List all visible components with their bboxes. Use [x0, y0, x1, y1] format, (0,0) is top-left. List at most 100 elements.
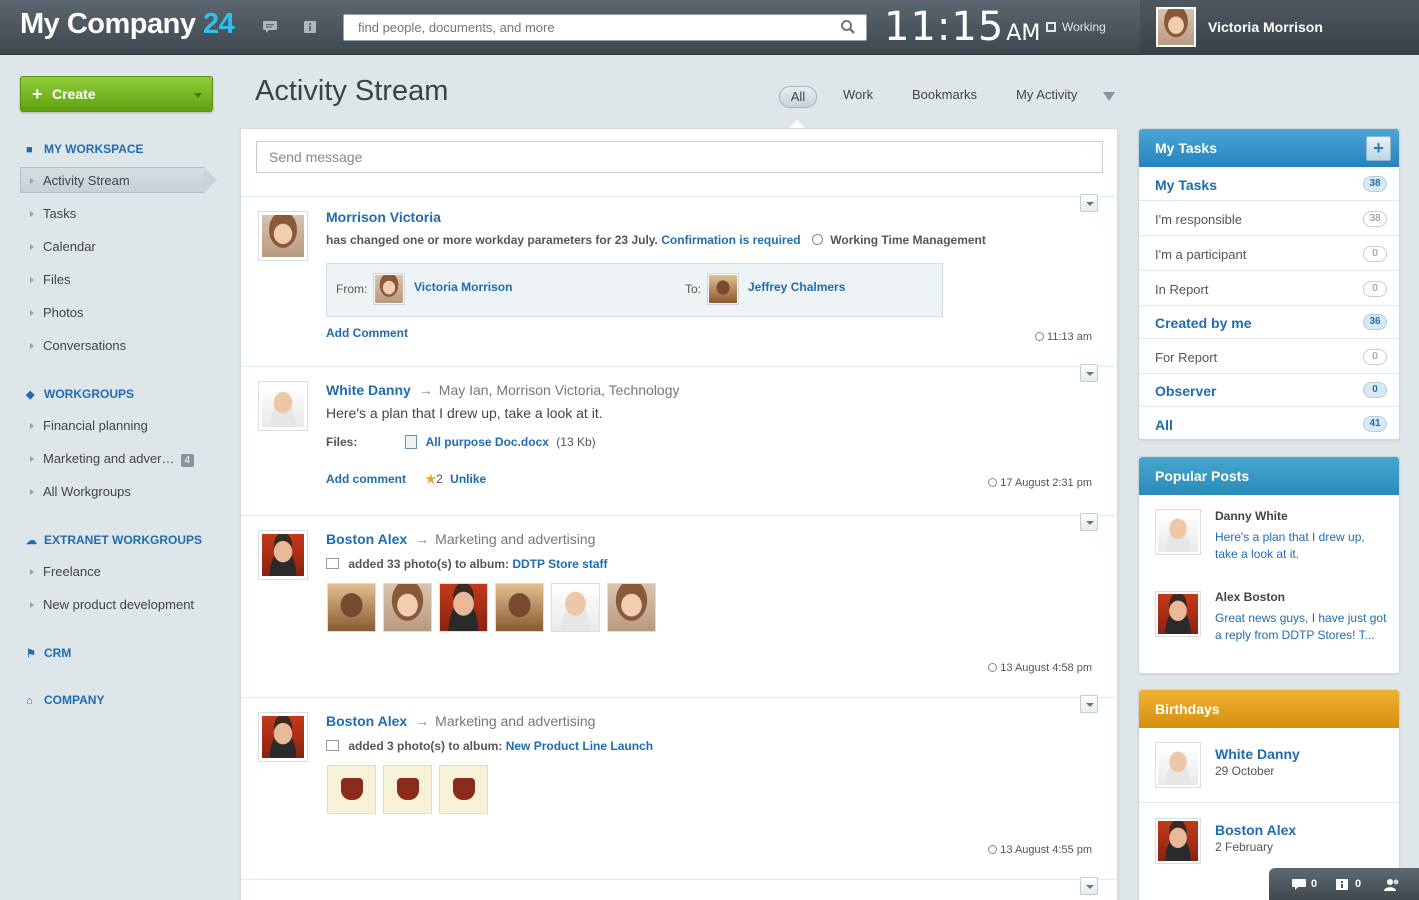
task-row-responsible[interactable]: I'm responsible 38 — [1139, 202, 1399, 236]
avatar[interactable] — [1155, 818, 1201, 864]
unlike-link[interactable]: Unlike — [450, 472, 486, 486]
section-my-workspace[interactable]: ■ MY WORKSPACE — [26, 142, 144, 156]
sidebar-item-marketing[interactable]: Marketing and adver… 4 — [30, 451, 195, 467]
popular-posts-header[interactable]: Popular Posts — [1139, 457, 1399, 495]
contacts-icon[interactable] — [1383, 878, 1401, 894]
send-message-input[interactable]: Send message — [256, 141, 1103, 173]
task-row-created-by-me[interactable]: Created by me 36 — [1139, 305, 1399, 339]
post-author[interactable]: Morrison Victoria — [326, 209, 441, 225]
create-button[interactable]: + Create — [20, 76, 213, 112]
photo-thumbnail[interactable] — [383, 583, 432, 632]
avatar[interactable] — [258, 712, 308, 762]
birthday-name[interactable]: Boston Alex — [1215, 822, 1296, 838]
task-row-my-tasks[interactable]: My Tasks 38 — [1139, 167, 1399, 201]
from-user-link[interactable]: Victoria Morrison — [414, 280, 512, 294]
task-row-in-report[interactable]: In Report 0 — [1139, 272, 1399, 306]
section-extranet[interactable]: ☁ EXTRANET WORKGROUPS — [26, 533, 202, 547]
search-input[interactable] — [344, 15, 824, 40]
post-time[interactable]: 17 August 2:31 pm — [988, 477, 1092, 489]
post-author[interactable]: Boston Alex → Marketing and advertising — [326, 713, 595, 729]
work-status[interactable]: Working — [1046, 20, 1106, 34]
task-row-for-report[interactable]: For Report 0 — [1139, 340, 1399, 374]
task-row-all[interactable]: All 41 — [1139, 407, 1399, 441]
notifications-icon[interactable] — [1335, 878, 1349, 894]
search-box[interactable] — [343, 14, 867, 41]
task-row-participant[interactable]: I'm a participant 0 — [1139, 237, 1399, 271]
avatar[interactable] — [258, 381, 308, 431]
photo-thumbnail[interactable] — [327, 765, 376, 814]
company-logo[interactable]: My Company 24 — [20, 8, 235, 41]
album-link[interactable]: DDTP Store staff — [512, 557, 607, 571]
post-menu-button[interactable] — [1080, 695, 1098, 713]
post-menu-button[interactable] — [1080, 194, 1098, 212]
sidebar-item-calendar[interactable]: Calendar — [30, 239, 96, 254]
post-destination[interactable]: Marketing and advertising — [435, 531, 595, 547]
post-menu-button[interactable] — [1080, 877, 1098, 895]
user-name[interactable]: Victoria Morrison — [1208, 19, 1323, 35]
photo-thumbnail[interactable] — [327, 583, 376, 632]
popular-post-author[interactable]: Danny White — [1215, 509, 1288, 523]
confirmation-link[interactable]: Confirmation is required — [661, 233, 800, 247]
user-avatar[interactable] — [1156, 7, 1196, 47]
photo-thumbnail[interactable] — [439, 583, 488, 632]
notification-icon[interactable] — [302, 20, 318, 34]
add-task-button[interactable]: + — [1366, 136, 1391, 161]
album-link[interactable]: New Product Line Launch — [506, 739, 653, 753]
photo-thumbnail[interactable] — [439, 765, 488, 814]
filter-icon[interactable] — [1103, 92, 1115, 101]
avatar[interactable] — [1155, 591, 1201, 637]
avatar[interactable] — [1155, 509, 1201, 555]
post-time[interactable]: 13 August 4:58 pm — [988, 662, 1092, 674]
photo-thumbnail[interactable] — [383, 765, 432, 814]
filter-all[interactable]: All — [779, 86, 817, 108]
chevron-down-icon[interactable] — [194, 93, 202, 98]
search-icon[interactable] — [840, 19, 856, 35]
messages-icon[interactable] — [1291, 878, 1307, 894]
sidebar-item-financial-planning[interactable]: Financial planning — [30, 418, 148, 433]
birthdays-header[interactable]: Birthdays — [1139, 690, 1399, 728]
photo-thumbnail[interactable] — [551, 583, 600, 632]
sidebar-item-activity-stream[interactable]: Activity Stream — [30, 173, 130, 188]
add-comment-link[interactable]: Add Comment — [326, 326, 408, 340]
my-tasks-header[interactable]: My Tasks — [1139, 129, 1399, 167]
sidebar-item-tasks[interactable]: Tasks — [30, 206, 76, 221]
sidebar-item-files[interactable]: Files — [30, 272, 70, 287]
filter-my-activity[interactable]: My Activity — [1016, 87, 1077, 102]
sidebar-item-photos[interactable]: Photos — [30, 305, 83, 320]
task-row-observer[interactable]: Observer 0 — [1139, 373, 1399, 407]
sidebar-item-freelance[interactable]: Freelance — [30, 564, 101, 579]
post-time[interactable]: 13 August 4:55 pm — [988, 844, 1092, 856]
popular-post-text[interactable]: Great news guys, I have just got a reply… — [1215, 610, 1387, 644]
file-link[interactable]: All purpose Doc.docx — [426, 435, 549, 449]
photo-thumbnail[interactable] — [495, 583, 544, 632]
section-workgroups[interactable]: ◆ WORKGROUPS — [26, 387, 134, 401]
avatar[interactable] — [373, 273, 405, 305]
clock[interactable]: 11:15AM — [884, 4, 1040, 50]
popular-post-text[interactable]: Here's a plan that I drew up, take a loo… — [1215, 529, 1387, 563]
post-destination[interactable]: Marketing and advertising — [435, 713, 595, 729]
section-company[interactable]: ⌂ COMPANY — [26, 693, 104, 707]
filter-bookmarks[interactable]: Bookmarks — [912, 87, 977, 102]
filter-work[interactable]: Work — [843, 87, 873, 102]
post-author[interactable]: Boston Alex → Marketing and advertising — [326, 531, 595, 547]
avatar[interactable] — [258, 211, 308, 261]
user-menu[interactable]: Victoria Morrison — [1140, 0, 1419, 55]
photo-thumbnail[interactable] — [607, 583, 656, 632]
avatar[interactable] — [707, 273, 739, 305]
sidebar-item-all-workgroups[interactable]: All Workgroups — [30, 484, 131, 499]
avatar[interactable] — [258, 530, 308, 580]
chat-icon[interactable] — [262, 20, 278, 34]
add-comment-link[interactable]: Add comment — [326, 472, 406, 486]
post-menu-button[interactable] — [1080, 513, 1098, 531]
sidebar-item-new-product[interactable]: New product development — [30, 597, 194, 612]
sidebar-item-conversations[interactable]: Conversations — [30, 338, 126, 353]
post-menu-button[interactable] — [1080, 364, 1098, 382]
birthday-name[interactable]: White Danny — [1215, 746, 1300, 762]
section-crm[interactable]: ⚑ CRM — [26, 646, 71, 660]
post-author[interactable]: White Danny → May Ian, Morrison Victoria, … — [326, 382, 680, 398]
avatar[interactable] — [1155, 742, 1201, 788]
to-user-link[interactable]: Jeffrey Chalmers — [748, 280, 845, 294]
post-destination[interactable]: May Ian, Morrison Victoria, Technology — [439, 382, 680, 398]
popular-post-author[interactable]: Alex Boston — [1215, 590, 1285, 604]
post-time[interactable]: 11:13 am — [1034, 331, 1092, 343]
